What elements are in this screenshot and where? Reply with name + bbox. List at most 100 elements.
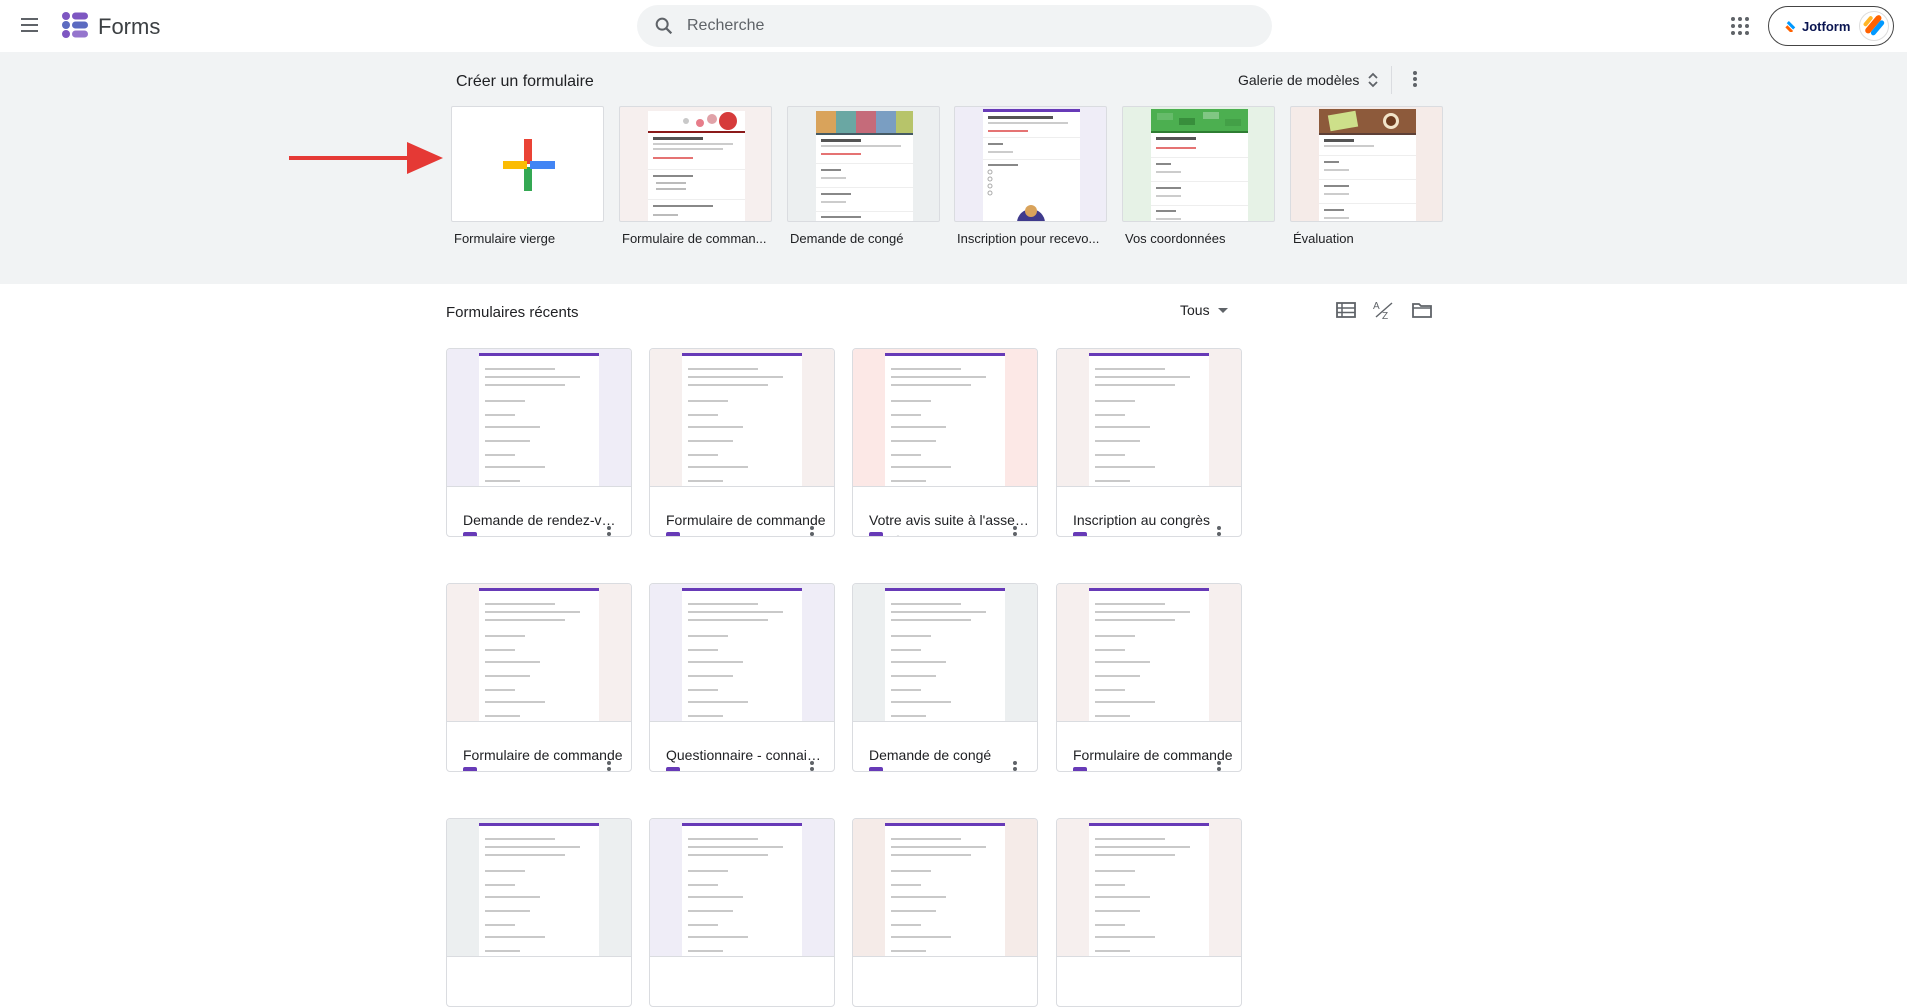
- shared-people-icon: [896, 535, 900, 536]
- google-apps-button[interactable]: [1729, 15, 1751, 37]
- recent-form-card[interactable]: Votre avis suite à l'assem...13 août 202…: [852, 348, 1038, 537]
- form-thumbnail: [1057, 349, 1241, 487]
- recent-form-card[interactable]: [649, 818, 835, 1007]
- form-meta: 31 juil. 2026: [1073, 532, 1161, 536]
- template-event-registration[interactable]: Inscription pour recevo...: [954, 106, 1107, 246]
- form-thumbnail: [1057, 584, 1241, 722]
- form-more-options-button[interactable]: [1003, 522, 1027, 536]
- template-label: Demande de congé: [790, 231, 904, 246]
- avatar[interactable]: [1859, 11, 1889, 41]
- form-more-options-button[interactable]: [1207, 757, 1231, 771]
- form-preview: [1089, 823, 1209, 956]
- svg-text:Z: Z: [1382, 311, 1388, 322]
- form-more-options-button[interactable]: [597, 757, 621, 771]
- divider: [1391, 66, 1392, 94]
- svg-text:A: A: [1373, 301, 1380, 312]
- template-thumbnail: [619, 106, 772, 222]
- recent-form-card[interactable]: Demande de congé20 mai 2026: [852, 583, 1038, 772]
- folder-icon[interactable]: [1410, 298, 1434, 322]
- form-thumbnail: [853, 349, 1037, 487]
- template-gallery-button[interactable]: Galerie de modèles: [1238, 66, 1379, 94]
- main-menu-button[interactable]: [18, 14, 42, 38]
- form-date: 14 juin 2026: [689, 769, 754, 771]
- template-thumbnail: [451, 106, 604, 222]
- recent-form-card[interactable]: Demande de rendez-vous...Dernière ouvert…: [446, 348, 632, 537]
- form-meta: 15 juin 2026: [463, 767, 551, 771]
- form-more-options-button[interactable]: [800, 522, 824, 536]
- form-meta: 14 juin 2026: [666, 767, 754, 771]
- recent-form-card[interactable]: Formulaire de commande20 mai 2026: [1056, 583, 1242, 772]
- form-more-options-button[interactable]: [1207, 522, 1231, 536]
- form-more-options-button[interactable]: [800, 757, 824, 771]
- forms-file-icon: [666, 767, 680, 771]
- template-gallery-label: Galerie de modèles: [1238, 72, 1360, 88]
- forms-file-icon: [666, 532, 680, 536]
- app-title[interactable]: Forms: [98, 14, 160, 40]
- search-input[interactable]: [687, 5, 1247, 47]
- recent-form-card[interactable]: Inscription au congrès31 juil. 2026: [1056, 348, 1242, 537]
- template-blank[interactable]: Formulaire vierge: [451, 106, 604, 246]
- dropdown-caret-icon: [1217, 307, 1228, 313]
- template-thumbnail: [1122, 106, 1275, 222]
- form-thumbnail: [1057, 819, 1241, 957]
- form-thumbnail: [447, 584, 631, 722]
- template-contact-info[interactable]: Vos coordonnées: [1122, 106, 1275, 246]
- search-icon[interactable]: [653, 15, 675, 37]
- template-order-form[interactable]: Formulaire de comman...: [619, 106, 772, 246]
- form-meta: 13 août 2026: [666, 532, 759, 536]
- form-preview: [1089, 353, 1209, 486]
- form-date: 20 mai 2026: [1096, 769, 1162, 771]
- forms-file-icon: [869, 532, 883, 536]
- template-label: Inscription pour recevo...: [957, 231, 1100, 246]
- form-thumbnail: [447, 819, 631, 957]
- recent-form-card[interactable]: [1056, 818, 1242, 1007]
- form-meta: 20 mai 2026: [1073, 767, 1162, 771]
- recent-form-card[interactable]: Questionnaire - connaiss...14 juin 2026: [649, 583, 835, 772]
- form-thumbnail: [853, 584, 1037, 722]
- form-preview: [479, 588, 599, 721]
- template-gallery: Créer un formulaire Galerie de modèles F…: [0, 52, 1907, 284]
- template-gallery-title: Créer un formulaire: [456, 73, 594, 90]
- template-label: Formulaire vierge: [454, 231, 556, 246]
- owner-filter-label: Tous: [1180, 302, 1210, 318]
- top-bar: Forms Jotform: [0, 0, 1907, 52]
- jotform-label: Jotform: [1802, 18, 1851, 34]
- form-preview: [479, 353, 599, 486]
- owner-filter-dropdown[interactable]: Tous: [1180, 302, 1228, 318]
- recent-form-card[interactable]: [852, 818, 1038, 1007]
- list-view-icon[interactable]: [1334, 298, 1358, 322]
- form-meta: Dernière ouverture 17:44: [463, 532, 619, 536]
- template-evaluation[interactable]: Évaluation: [1290, 106, 1443, 246]
- form-thumbnail: [650, 584, 834, 722]
- form-date: 13 août 2026: [689, 534, 759, 536]
- form-preview: [479, 823, 599, 956]
- forms-file-icon: [463, 532, 477, 536]
- form-meta: 20 mai 2026: [869, 767, 958, 771]
- form-thumbnail: [650, 349, 834, 487]
- form-more-options-button[interactable]: [597, 522, 621, 536]
- template-label: Vos coordonnées: [1125, 231, 1226, 246]
- jotform-logo-icon: [1785, 21, 1796, 32]
- form-date: 15 juin 2026: [486, 769, 551, 771]
- forms-file-icon: [463, 767, 477, 771]
- forms-file-icon: [869, 767, 883, 771]
- form-more-options-button[interactable]: [1003, 757, 1027, 771]
- search-bar[interactable]: [637, 5, 1272, 47]
- template-leave-request[interactable]: Demande de congé: [787, 106, 940, 246]
- sort-az-icon[interactable]: A Z: [1372, 298, 1396, 322]
- template-thumbnail: [1290, 106, 1443, 222]
- jotform-account-button[interactable]: Jotform: [1768, 6, 1894, 46]
- form-thumbnail: [853, 819, 1037, 957]
- form-preview: [682, 588, 802, 721]
- red-arrow-annotation: [289, 142, 443, 174]
- form-date: 31 juil. 2026: [1096, 534, 1161, 536]
- form-date: 13 août 2026: [914, 534, 984, 536]
- recent-form-card[interactable]: Formulaire de commande13 août 2026: [649, 348, 835, 537]
- template-more-options-button[interactable]: [1403, 67, 1427, 91]
- forms-logo-icon: [62, 12, 88, 38]
- recent-form-card[interactable]: Formulaire de commande15 juin 2026: [446, 583, 632, 772]
- form-preview: [885, 588, 1005, 721]
- form-preview: [885, 823, 1005, 956]
- forms-file-icon: [1073, 532, 1087, 536]
- recent-form-card[interactable]: [446, 818, 632, 1007]
